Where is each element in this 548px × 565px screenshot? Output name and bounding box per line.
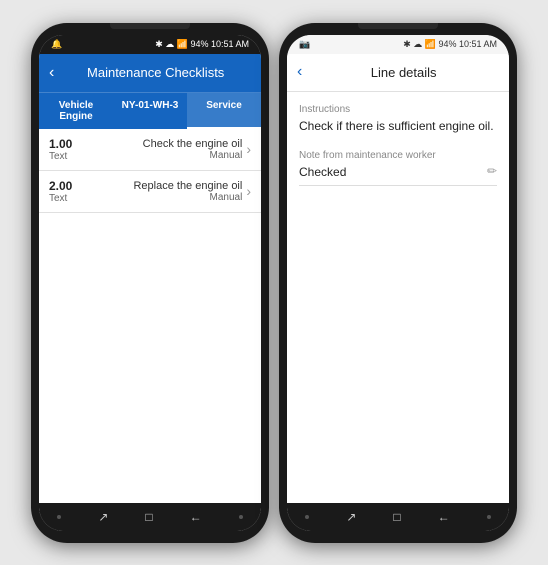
note-editable-row: Checked ✏ bbox=[299, 164, 497, 186]
left-status-right: ✱ ☁ 📶 94% 10:51 AM bbox=[155, 39, 249, 50]
instructions-label: Instructions bbox=[299, 104, 497, 115]
left-status-bar: 🔔 ✱ ☁ 📶 94% 10:51 AM bbox=[39, 35, 261, 54]
left-nav-title: Maintenance Checklists bbox=[60, 65, 251, 80]
left-home-button[interactable]: □ bbox=[145, 510, 152, 524]
item-2-chevron: › bbox=[246, 183, 251, 199]
item-1-number: 1.00 bbox=[49, 137, 89, 151]
right-bottom-nav: ↗ □ ← bbox=[287, 503, 509, 531]
right-home-button[interactable]: □ bbox=[393, 510, 400, 524]
item-1-type: Text bbox=[49, 151, 89, 162]
left-content: 1.00 Text Check the engine oil Manual › … bbox=[39, 129, 261, 503]
left-recent-button[interactable]: ↗ bbox=[98, 510, 108, 524]
list-item[interactable]: 2.00 Text Replace the engine oil Manual … bbox=[39, 171, 261, 213]
left-phone: 🔔 ✱ ☁ 📶 94% 10:51 AM ‹ Maintenance Check… bbox=[31, 23, 269, 543]
item-2-right: Replace the engine oil Manual bbox=[89, 180, 242, 203]
right-recent-button[interactable]: ↗ bbox=[346, 510, 356, 524]
tab-id[interactable]: NY-01-WH-3 bbox=[113, 93, 187, 129]
item-2-number: 2.00 bbox=[49, 179, 89, 193]
right-back-nav-button[interactable]: ← bbox=[438, 510, 450, 524]
right-nav-bar: ‹ Line details bbox=[287, 54, 509, 92]
item-1-sub: Manual bbox=[89, 150, 242, 161]
left-screen: 🔔 ✱ ☁ 📶 94% 10:51 AM ‹ Maintenance Check… bbox=[39, 35, 261, 531]
item-1-right: Check the engine oil Manual bbox=[89, 138, 242, 161]
item-2-desc: Replace the engine oil bbox=[89, 180, 242, 192]
left-dot-right bbox=[239, 515, 243, 519]
right-screen: 📷 ✱ ☁ 📶 94% 10:51 AM ‹ Line details Inst… bbox=[287, 35, 509, 531]
right-phone: 📷 ✱ ☁ 📶 94% 10:51 AM ‹ Line details Inst… bbox=[279, 23, 517, 543]
left-bottom-nav: ↗ □ ← bbox=[39, 503, 261, 531]
left-nav-bar: ‹ Maintenance Checklists bbox=[39, 54, 261, 92]
list-item[interactable]: 1.00 Text Check the engine oil Manual › bbox=[39, 129, 261, 171]
tab-vehicle[interactable]: Vehicle Engine bbox=[39, 93, 113, 129]
tab-service[interactable]: Service bbox=[187, 93, 261, 129]
right-back-button[interactable]: ‹ bbox=[297, 63, 302, 81]
instructions-value: Check if there is sufficient engine oil. bbox=[299, 118, 497, 135]
item-1-desc: Check the engine oil bbox=[89, 138, 242, 150]
left-tab-bar: Vehicle Engine NY-01-WH-3 Service bbox=[39, 92, 261, 129]
note-label: Note from maintenance worker bbox=[299, 150, 497, 161]
right-content: Instructions Check if there is sufficien… bbox=[287, 92, 509, 503]
left-status-left: 🔔 bbox=[51, 39, 62, 50]
instructions-section: Instructions Check if there is sufficien… bbox=[299, 104, 497, 135]
left-back-button[interactable]: ‹ bbox=[49, 64, 54, 82]
item-1-chevron: › bbox=[246, 141, 251, 157]
right-dot-right bbox=[487, 515, 491, 519]
edit-icon[interactable]: ✏ bbox=[487, 164, 497, 178]
item-2-sub: Manual bbox=[89, 192, 242, 203]
item-1-left: 1.00 Text bbox=[49, 137, 89, 162]
right-nav-title: Line details bbox=[308, 65, 499, 80]
left-dot bbox=[57, 515, 61, 519]
right-status-right: ✱ ☁ 📶 94% 10:51 AM bbox=[403, 39, 497, 50]
right-dot bbox=[305, 515, 309, 519]
right-status-bar: 📷 ✱ ☁ 📶 94% 10:51 AM bbox=[287, 35, 509, 54]
note-section: Note from maintenance worker Checked ✏ bbox=[299, 150, 497, 186]
phones-container: 🔔 ✱ ☁ 📶 94% 10:51 AM ‹ Maintenance Check… bbox=[31, 23, 517, 543]
item-2-left: 2.00 Text bbox=[49, 179, 89, 204]
right-status-left: 📷 bbox=[299, 39, 310, 50]
left-back-nav-button[interactable]: ← bbox=[190, 510, 202, 524]
item-2-type: Text bbox=[49, 193, 89, 204]
note-value: Checked bbox=[299, 164, 346, 181]
